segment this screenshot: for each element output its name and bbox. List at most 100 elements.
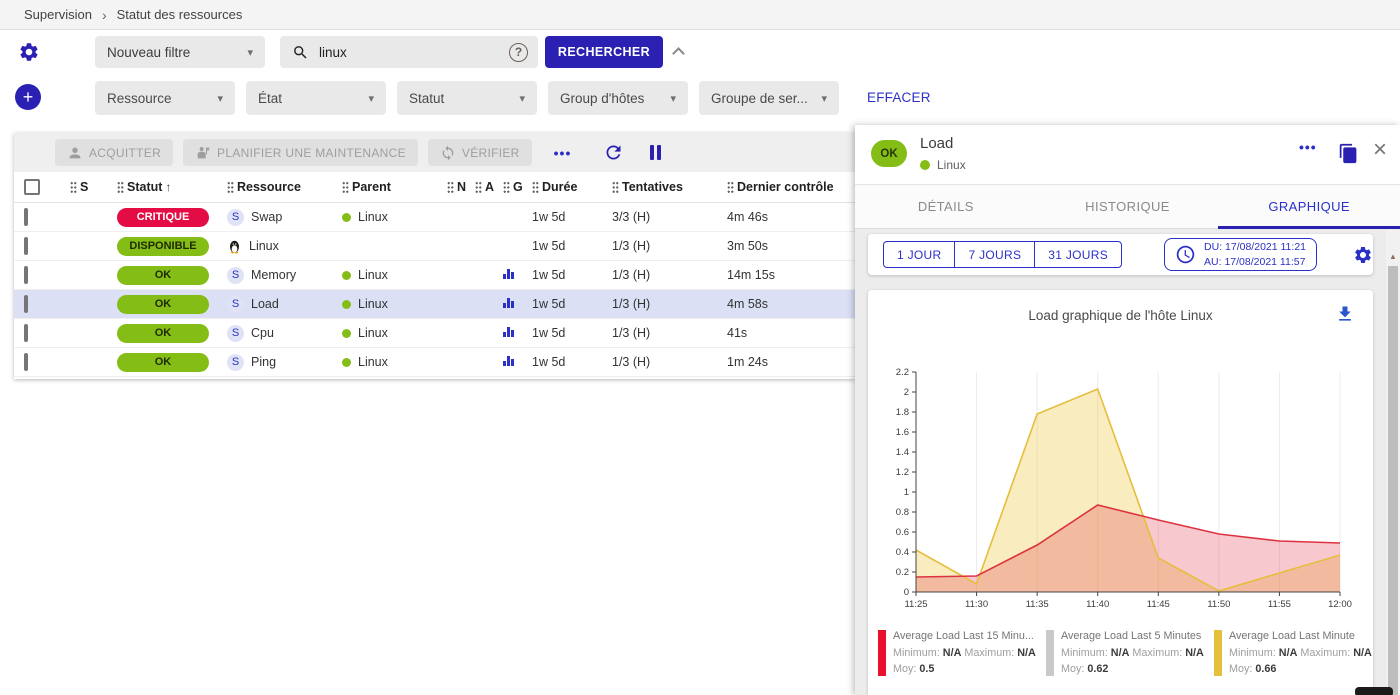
svg-text:0.6: 0.6 — [896, 527, 909, 538]
drag-handle-icon[interactable] — [227, 181, 234, 194]
drag-handle-icon[interactable] — [503, 181, 510, 194]
bar-chart-icon[interactable] — [503, 297, 514, 308]
refresh-icon[interactable] — [603, 142, 624, 163]
saved-filter-select[interactable]: Nouveau filtre ▾ — [95, 36, 265, 68]
drag-handle-icon[interactable] — [342, 181, 349, 194]
help-icon[interactable]: ? — [509, 43, 528, 62]
breadcrumb: Supervision › Statut des ressources — [0, 0, 1400, 30]
date-from: DU: 17/08/2021 11:21 — [1204, 240, 1306, 254]
legend-text: Average Load Last MinuteMinimum: N/A Max… — [1229, 628, 1372, 678]
search-input[interactable]: linux ? — [280, 36, 538, 68]
date-range-picker[interactable]: DU: 17/08/2021 11:21 AU: 17/08/2021 11:5… — [1164, 238, 1317, 271]
legend-series-name: Average Load Last 5 Minutes — [1061, 628, 1204, 645]
table-row[interactable]: DISPONIBLELinux1w 5d1/3 (H)3m 50s — [14, 232, 855, 261]
tries-cell: 1/3 (H) — [612, 355, 727, 369]
more-actions-icon[interactable]: ••• — [554, 145, 572, 161]
criteria-label: Statut — [409, 91, 444, 106]
panel-more-icon[interactable]: ••• — [1299, 139, 1317, 155]
criteria-dropdown-groupe-de-ser-[interactable]: Groupe de ser...▾ — [699, 81, 839, 115]
bar-chart-icon[interactable] — [503, 268, 514, 279]
row-select-cell — [24, 268, 70, 282]
status-pill: OK — [117, 295, 209, 314]
row-checkbox[interactable] — [24, 237, 28, 255]
select-all-checkbox[interactable] — [24, 179, 40, 195]
chevron-down-icon: ▾ — [217, 92, 223, 105]
max-value: N/A — [1017, 647, 1036, 659]
drag-handle-icon[interactable] — [475, 181, 482, 194]
breadcrumb-supervision[interactable]: Supervision — [24, 7, 92, 22]
criteria-label: Ressource — [107, 91, 172, 106]
drag-handle-icon[interactable] — [117, 181, 124, 194]
service-icon: S — [227, 209, 244, 226]
drag-handle-icon[interactable] — [727, 181, 734, 194]
criteria-dropdown-group-d-h-tes[interactable]: Group d'hôtes▾ — [548, 81, 688, 115]
drag-handle-icon[interactable] — [70, 181, 77, 194]
range-button-1-jour[interactable]: 1 JOUR — [883, 241, 955, 268]
column-header-Statut[interactable]: Statut↑ — [117, 180, 227, 194]
bar-chart-icon[interactable] — [503, 326, 514, 337]
tab-historique[interactable]: HISTORIQUE — [1037, 185, 1219, 228]
graph-cell — [503, 268, 532, 282]
table-row[interactable]: CRITIQUESSwapLinux1w 5d3/3 (H)4m 46s — [14, 203, 855, 232]
svg-text:11:50: 11:50 — [1207, 599, 1230, 610]
criteria-dropdown--tat[interactable]: État▾ — [246, 81, 386, 115]
collapse-filters-chevron-icon[interactable] — [672, 47, 685, 60]
scrollbar-up-arrow-icon[interactable]: ▲ — [1389, 252, 1397, 261]
search-button[interactable]: RECHERCHER — [545, 36, 663, 68]
drag-handle-icon[interactable] — [447, 181, 454, 194]
column-header-Durée[interactable]: Durée — [532, 180, 612, 194]
column-header-G[interactable]: G — [503, 180, 532, 194]
row-checkbox[interactable] — [24, 324, 28, 342]
range-button-7-jours[interactable]: 7 JOURS — [954, 241, 1035, 268]
avg-value: 0.62 — [1087, 663, 1108, 675]
table-row[interactable]: OKSMemoryLinux1w 5d1/3 (H)14m 15s — [14, 261, 855, 290]
check-button[interactable]: VÉRIFIER — [428, 139, 532, 166]
last-check-cell: 1m 24s — [727, 355, 845, 369]
tab-détails[interactable]: DÉTAILS — [855, 185, 1037, 228]
graph-settings-gear-icon[interactable] — [1353, 245, 1373, 265]
status-cell: OK — [117, 353, 227, 372]
drag-handle-icon[interactable] — [612, 181, 619, 194]
column-header-Ressource[interactable]: Ressource — [227, 180, 342, 194]
drag-handle-icon[interactable] — [532, 181, 539, 194]
resource-cell: Linux — [227, 239, 342, 254]
download-icon[interactable] — [1335, 304, 1355, 324]
avg-label: Moy: — [1229, 663, 1255, 675]
tab-graphique[interactable]: GRAPHIQUE — [1218, 185, 1400, 228]
clock-icon — [1175, 244, 1196, 265]
table-row[interactable]: OKSPingLinux1w 5d1/3 (H)1m 24s — [14, 348, 855, 377]
legend-item[interactable]: Average Load Last MinuteMinimum: N/A Max… — [1214, 628, 1382, 678]
add-criteria-button[interactable]: + — [15, 84, 41, 110]
column-header-A[interactable]: A — [475, 180, 503, 194]
pause-icon[interactable] — [650, 145, 661, 160]
downtime-button[interactable]: PLANIFIER UNE MAINTENANCE — [183, 139, 418, 166]
criteria-dropdown-ressource[interactable]: Ressource ▾ — [95, 81, 235, 115]
row-checkbox[interactable] — [24, 353, 28, 371]
column-header-N[interactable]: N — [447, 180, 475, 194]
svg-text:1.8: 1.8 — [896, 407, 909, 418]
column-header-Dernier contrôle[interactable]: Dernier contrôle — [727, 180, 845, 194]
range-button-31-jours[interactable]: 31 JOURS — [1034, 241, 1122, 268]
table-row[interactable]: OKSCpuLinux1w 5d1/3 (H)41s — [14, 319, 855, 348]
status-pill: DISPONIBLE — [117, 237, 209, 256]
row-checkbox[interactable] — [24, 266, 28, 284]
table-row[interactable]: OKSLoadLinux1w 5d1/3 (H)4m 58s — [14, 290, 855, 319]
parent-cell: Linux — [342, 297, 447, 311]
bar-chart-icon[interactable] — [503, 355, 514, 366]
column-header-select[interactable] — [24, 179, 70, 195]
legend-item[interactable]: Average Load Last 5 MinutesMinimum: N/A … — [1046, 628, 1214, 678]
row-checkbox[interactable] — [24, 208, 28, 226]
clear-filters-button[interactable]: EFFACER — [867, 90, 931, 105]
filter-settings-gear-icon[interactable] — [18, 41, 40, 63]
copy-link-icon[interactable] — [1338, 143, 1359, 164]
acknowledge-button[interactable]: ACQUITTER — [55, 139, 173, 166]
column-header-Parent[interactable]: Parent — [342, 180, 447, 194]
column-header-S[interactable]: S — [70, 180, 117, 194]
row-checkbox[interactable] — [24, 295, 28, 313]
close-panel-icon[interactable]: × — [1373, 138, 1387, 162]
legend-item[interactable]: Average Load Last 15 Minu...Minimum: N/A… — [878, 628, 1046, 678]
panel-scrollbar-thumb[interactable] — [1388, 266, 1398, 695]
criteria-dropdown-statut[interactable]: Statut▾ — [397, 81, 537, 115]
column-header-Tentatives[interactable]: Tentatives — [612, 180, 727, 194]
column-label: Tentatives — [622, 180, 683, 194]
